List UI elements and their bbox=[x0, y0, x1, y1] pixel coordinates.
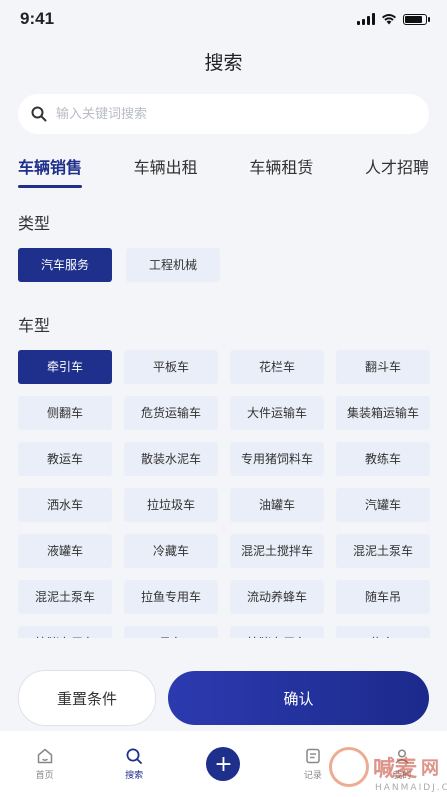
type-option-auto-service[interactable]: 汽车服务 bbox=[18, 248, 112, 282]
model-option[interactable]: 侧翻车 bbox=[18, 396, 112, 430]
model-option[interactable]: 散装水泥车 bbox=[124, 442, 218, 476]
nav-record[interactable]: 记录 bbox=[283, 747, 343, 781]
model-option[interactable]: 汽罐车 bbox=[336, 488, 430, 522]
model-option[interactable]: 随车吊 bbox=[336, 580, 430, 614]
model-option[interactable]: 教练车 bbox=[336, 442, 430, 476]
type-section-label: 类型 bbox=[18, 214, 51, 233]
category-tabs: 车辆销售 车辆出租 车辆租赁 人才招聘 bbox=[0, 154, 447, 188]
nav-record-label: 记录 bbox=[303, 771, 322, 781]
model-option[interactable]: 混泥土泵车 bbox=[336, 534, 430, 568]
model-option[interactable]: 专用猪饲料车 bbox=[230, 442, 324, 476]
model-option[interactable]: 危货运输车 bbox=[124, 396, 218, 430]
search-input[interactable] bbox=[54, 105, 417, 123]
model-option[interactable]: 牵引车 bbox=[18, 350, 112, 384]
home-icon bbox=[37, 748, 52, 764]
status-icons bbox=[357, 13, 430, 25]
model-option[interactable]: 混泥土搅拌车 bbox=[230, 534, 324, 568]
nav-search[interactable]: 搜索 bbox=[104, 747, 164, 781]
model-options-scroll[interactable]: 牵引车 平板车 花栏车 翻斗车侧翻车 危货运输车 大件运输车 集装箱运输车教运车 散装水泥车专… bbox=[0, 350, 447, 638]
model-option[interactable]: 集装箱运输车 bbox=[336, 396, 430, 430]
record-icon bbox=[306, 748, 320, 764]
type-options: 汽车服务 工程机械 bbox=[0, 248, 447, 282]
nav-profile[interactable]: 我的 bbox=[372, 747, 432, 781]
search-icon bbox=[31, 106, 47, 122]
action-bar: 重置条件 确认 bbox=[0, 664, 447, 732]
search-icon bbox=[126, 748, 142, 764]
battery-icon bbox=[403, 13, 430, 25]
tab-recruitment[interactable]: 人才招聘 bbox=[365, 154, 429, 188]
model-option[interactable]: 教运车 bbox=[18, 442, 112, 476]
model-option[interactable]: 洒水车 bbox=[18, 488, 112, 522]
model-option[interactable]: 油罐车 bbox=[230, 488, 324, 522]
profile-icon bbox=[395, 749, 409, 764]
bottom-nav: 首页 搜索 + 记录 我的 bbox=[0, 731, 447, 797]
model-option[interactable]: 拉鱼专用车 bbox=[124, 580, 218, 614]
model-option[interactable]: 吊车 bbox=[124, 626, 218, 638]
model-option[interactable]: 拖车 bbox=[336, 626, 430, 638]
model-option[interactable]: 混泥土泵车 bbox=[18, 580, 112, 614]
reset-button[interactable]: 重置条件 bbox=[18, 670, 156, 726]
model-option[interactable]: 花栏车 bbox=[230, 350, 324, 384]
tab-vehicle-rental-out[interactable]: 车辆出租 bbox=[134, 154, 198, 188]
nav-add[interactable]: + bbox=[193, 747, 253, 781]
model-options: 牵引车 平板车 花栏车 翻斗车侧翻车 危货运输车 大件运输车 集装箱运输车教运车 散装水泥车专… bbox=[0, 350, 447, 638]
signal-icon bbox=[357, 13, 375, 25]
tab-vehicle-leasing[interactable]: 车辆租赁 bbox=[249, 154, 313, 188]
model-option[interactable]: 拉猪专用车 bbox=[18, 626, 112, 638]
nav-search-label: 搜索 bbox=[125, 771, 144, 781]
model-option[interactable]: 翻斗车 bbox=[336, 350, 430, 384]
type-option-construction-machinery[interactable]: 工程机械 bbox=[126, 248, 220, 282]
model-section-label: 车型 bbox=[18, 316, 51, 335]
tab-vehicle-sales[interactable]: 车辆销售 bbox=[18, 154, 83, 188]
model-option[interactable]: 平板车 bbox=[124, 350, 218, 384]
nav-profile-label: 我的 bbox=[393, 771, 412, 781]
status-time: 9:41 bbox=[20, 9, 55, 28]
status-bar: 9:41 bbox=[0, 0, 447, 38]
model-option[interactable]: 拉猪专用车 bbox=[230, 626, 324, 638]
search-bar[interactable] bbox=[18, 94, 429, 134]
nav-home[interactable]: 首页 bbox=[15, 747, 75, 781]
confirm-button[interactable]: 确认 bbox=[168, 671, 429, 725]
wifi-icon bbox=[381, 13, 397, 25]
model-option[interactable]: 液罐车 bbox=[18, 534, 112, 568]
model-option[interactable]: 流动养蜂车 bbox=[230, 580, 324, 614]
model-option[interactable]: 拉垃圾车 bbox=[124, 488, 218, 522]
page-title: 搜索 bbox=[204, 52, 243, 74]
nav-home-label: 首页 bbox=[35, 771, 54, 781]
model-option[interactable]: 冷藏车 bbox=[124, 534, 218, 568]
model-option[interactable]: 大件运输车 bbox=[230, 396, 324, 430]
plus-icon: + bbox=[206, 747, 241, 781]
